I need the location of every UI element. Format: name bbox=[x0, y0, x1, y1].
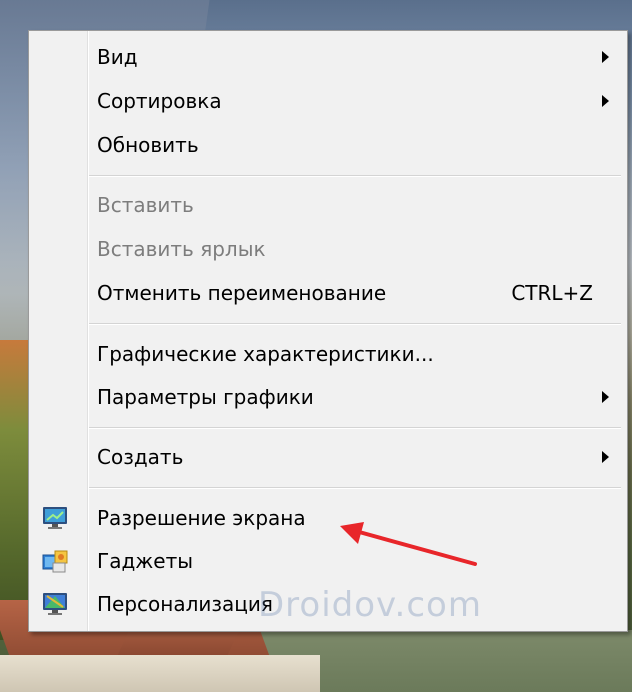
menu-separator bbox=[89, 427, 621, 429]
menu-item-label: Вставить bbox=[97, 193, 194, 217]
menu-item-shortcut: CTRL+Z bbox=[511, 281, 593, 305]
red-arrow-annotation-icon bbox=[340, 522, 477, 566]
menu-separator bbox=[89, 487, 621, 489]
submenu-arrow-icon bbox=[602, 391, 609, 403]
submenu-arrow-icon bbox=[602, 95, 609, 107]
menu-item-label: Создать bbox=[97, 445, 184, 469]
menu-item-gadgets[interactable]: Гаджеты bbox=[29, 540, 627, 582]
desktop-context-menu: Вид Сортировка Обновить Вставить Вставит… bbox=[28, 30, 628, 632]
menu-item-graphics-properties[interactable]: Графические характеристики... bbox=[29, 333, 627, 375]
menu-item-label: Отменить переименование bbox=[97, 281, 387, 305]
menu-item-label: Сортировка bbox=[97, 89, 222, 113]
menu-item-label: Вставить ярлык bbox=[97, 237, 266, 261]
menu-item-screen-resolution[interactable]: Разрешение экрана bbox=[29, 497, 627, 539]
menu-item-label: Гаджеты bbox=[97, 549, 194, 573]
menu-item-paste: Вставить bbox=[29, 184, 627, 226]
menu-item-refresh[interactable]: Обновить bbox=[29, 124, 627, 166]
menu-item-label: Персонализация bbox=[97, 592, 273, 616]
menu-item-new[interactable]: Создать bbox=[29, 436, 627, 478]
menu-separator bbox=[89, 175, 621, 177]
submenu-arrow-icon bbox=[602, 51, 609, 63]
menu-item-label: Параметры графики bbox=[97, 385, 314, 409]
menu-item-undo-rename[interactable]: Отменить переименование CTRL+Z bbox=[29, 272, 627, 314]
personalization-icon bbox=[43, 593, 67, 615]
menu-item-label: Вид bbox=[97, 45, 138, 69]
watermark: Droidov.com bbox=[258, 585, 482, 625]
menu-item-sort[interactable]: Сортировка bbox=[29, 80, 627, 122]
gadgets-icon bbox=[42, 550, 68, 573]
menu-item-view[interactable]: Вид bbox=[29, 36, 627, 78]
menu-separator bbox=[89, 323, 621, 325]
submenu-arrow-icon bbox=[602, 451, 609, 463]
menu-item-label: Графические характеристики... bbox=[97, 342, 434, 366]
menu-item-label: Обновить bbox=[97, 133, 199, 157]
menu-item-label: Разрешение экрана bbox=[97, 506, 306, 530]
monitor-icon bbox=[43, 507, 67, 529]
wallpaper-wall bbox=[0, 655, 320, 692]
menu-item-graphics-options[interactable]: Параметры графики bbox=[29, 376, 627, 418]
menu-item-paste-shortcut: Вставить ярлык bbox=[29, 228, 627, 270]
